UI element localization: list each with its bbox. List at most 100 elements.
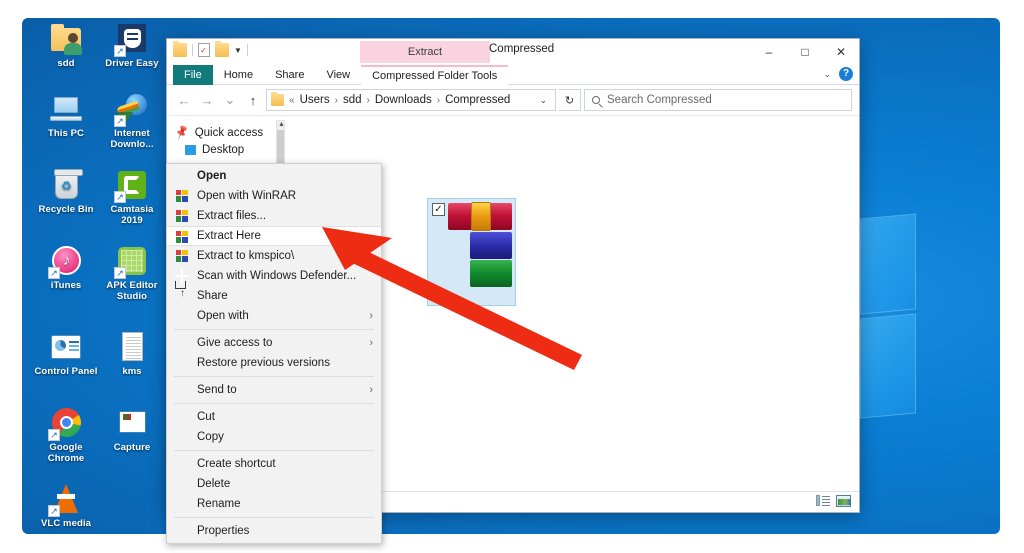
menu-item-extract-files[interactable]: Extract files... — [167, 206, 381, 226]
menu-item-restore-previous-versions[interactable]: Restore previous versions — [167, 353, 381, 373]
window-controls[interactable]: – □ ✕ — [751, 39, 859, 65]
breadcrumb-users[interactable]: Users — [300, 94, 330, 106]
desktop-icon-vlc-media-player[interactable]: ↗ VLC media — [34, 482, 98, 530]
winrar-icon — [175, 249, 190, 264]
contextual-tab-extract[interactable]: Extract — [360, 41, 490, 63]
menu-item-delete[interactable]: Delete — [167, 474, 381, 494]
nav-item-quick-access[interactable]: 📌 Quick access — [174, 124, 287, 141]
navigation-bar[interactable]: ← → ⌄ ↑ « Users › sdd › Downloads › Comp… — [167, 85, 859, 115]
desktop-icon-control-panel[interactable]: Control Panel — [34, 330, 98, 378]
breadcrumb-compressed[interactable]: Compressed — [445, 94, 510, 106]
tab-view[interactable]: View — [315, 65, 361, 85]
menu-item-share[interactable]: ↑ Share — [167, 281, 381, 306]
menu-item-label: Scan with Windows Defender... — [197, 270, 357, 282]
desktop-icon-internet-download-manager[interactable]: ↗ Internet Downlo... — [100, 92, 164, 150]
tab-share[interactable]: Share — [264, 65, 315, 85]
menu-separator — [174, 403, 374, 404]
desktop-icon-kms[interactable]: kms — [100, 330, 164, 378]
refresh-button[interactable]: ↻ — [559, 89, 581, 111]
menu-item-open-with[interactable]: Open with › — [167, 306, 381, 326]
forward-button[interactable]: → — [197, 89, 217, 111]
maximize-button[interactable]: □ — [787, 39, 823, 65]
nav-item-desktop[interactable]: Desktop — [175, 141, 287, 158]
address-dropdown-icon[interactable]: ⌄ — [539, 95, 551, 106]
details-view-button[interactable] — [815, 494, 830, 507]
navigation-pane-scrollbar[interactable]: ▲ — [276, 120, 285, 168]
chevron-down-icon[interactable]: ⌄ — [823, 69, 831, 80]
up-button[interactable]: ↑ — [243, 89, 263, 111]
desktop-icon-apk-editor-studio[interactable]: ↗ APK Editor Studio — [100, 244, 164, 302]
recent-locations-button[interactable]: ⌄ — [220, 89, 240, 111]
menu-item-copy[interactable]: Copy — [167, 427, 381, 447]
context-menu[interactable]: Open Open with WinRAR Extract files... E… — [166, 163, 382, 544]
file-checkbox[interactable]: ✓ — [432, 203, 445, 216]
desktop-icon-this-pc[interactable]: This PC — [34, 92, 98, 140]
menu-item-extract-to-kmspico[interactable]: Extract to kmspico\ — [167, 246, 381, 266]
explorer-folder-icon[interactable] — [173, 41, 187, 57]
scroll-up-icon[interactable]: ▲ — [278, 121, 285, 128]
desktop-icon-google-chrome[interactable]: ↗ Google Chrome — [34, 406, 98, 464]
desktop-icon-label: This PC — [47, 128, 85, 139]
menu-item-send-to[interactable]: Send to › — [167, 380, 381, 400]
new-folder-icon[interactable] — [215, 41, 229, 57]
desktop-icon-label: kms — [122, 366, 142, 377]
menu-item-label: Extract to kmspico\ — [197, 250, 295, 262]
desktop-icon-camtasia[interactable]: ↗ Camtasia 2019 — [100, 168, 164, 226]
menu-item-open[interactable]: Open — [167, 166, 381, 186]
title-bar[interactable]: ▼ Extract Compressed – □ ✕ — [167, 39, 859, 65]
desktop-icon-recycle-bin[interactable]: ♻ Recycle Bin — [34, 168, 98, 216]
breadcrumb-separator: › — [334, 94, 338, 106]
desktop-icon-itunes[interactable]: ♪ ↗ iTunes — [34, 244, 98, 292]
tab-compressed-folder-tools[interactable]: Compressed Folder Tools — [361, 65, 509, 85]
desktop-icon-label: sdd — [57, 58, 75, 69]
desktop-icon-capture[interactable]: Capture — [100, 406, 164, 454]
scrollbar-thumb[interactable] — [277, 130, 284, 164]
desktop-icon-label: APK Editor Studio — [106, 280, 158, 302]
back-button[interactable]: ← — [174, 89, 194, 111]
tab-file[interactable]: File — [173, 65, 213, 85]
menu-item-label: Send to — [197, 384, 237, 396]
shortcut-badge-icon: ↗ — [114, 45, 126, 57]
menu-item-rename[interactable]: Rename — [167, 494, 381, 514]
desktop-icon-label: Driver Easy — [105, 58, 159, 69]
file-item-archive[interactable]: ✓ — [427, 198, 516, 306]
breadcrumb-downloads[interactable]: Downloads — [375, 94, 432, 106]
tab-home[interactable]: Home — [213, 65, 264, 85]
ribbon-tabs[interactable]: File Home Share View Compressed Folder T… — [173, 65, 509, 85]
menu-item-create-shortcut[interactable]: Create shortcut — [167, 454, 381, 474]
menu-separator — [174, 376, 374, 377]
address-bar[interactable]: « Users › sdd › Downloads › Compressed ⌄ — [266, 89, 556, 111]
menu-item-scan-with-windows-defender[interactable]: Scan with Windows Defender... — [167, 266, 381, 286]
qat-divider — [246, 44, 248, 56]
menu-item-give-access-to[interactable]: Give access to › — [167, 333, 381, 353]
menu-item-open-with-winrar[interactable]: Open with WinRAR — [167, 186, 381, 206]
view-mode-buttons[interactable] — [815, 494, 851, 507]
control-panel-icon — [49, 330, 83, 364]
desktop-icon — [185, 144, 196, 155]
breadcrumb-sdd[interactable]: sdd — [343, 94, 362, 106]
capture-icon — [115, 406, 149, 440]
search-input[interactable]: Search Compressed — [584, 89, 852, 111]
ribbon-right-controls[interactable]: ⌄ ? — [823, 67, 853, 81]
large-icons-view-button[interactable] — [836, 494, 851, 507]
breadcrumb-overflow-icon[interactable]: « — [288, 95, 296, 106]
window-title: Compressed — [489, 43, 555, 55]
quick-access-toolbar[interactable]: ▼ — [173, 41, 248, 57]
ribbon-tab-strip[interactable]: File Home Share View Compressed Folder T… — [167, 65, 859, 85]
menu-item-extract-here[interactable]: Extract Here — [167, 226, 381, 246]
vlc-media-player-icon: ↗ — [48, 482, 83, 517]
submenu-arrow-icon: › — [369, 384, 373, 396]
winrar-icon — [175, 189, 190, 204]
menu-item-properties[interactable]: Properties — [167, 521, 381, 541]
desktop-icon-sdd[interactable]: sdd — [34, 22, 98, 70]
menu-item-cut[interactable]: Cut — [167, 407, 381, 427]
properties-icon[interactable] — [198, 43, 210, 57]
qat-dropdown-icon[interactable]: ▼ — [234, 46, 242, 55]
search-placeholder: Search Compressed — [607, 94, 712, 106]
minimize-button[interactable]: – — [751, 39, 787, 65]
itunes-icon: ♪ ↗ — [48, 244, 83, 279]
help-icon[interactable]: ? — [839, 67, 853, 81]
close-button[interactable]: ✕ — [823, 39, 859, 65]
desktop-icon-driver-easy[interactable]: ↗ Driver Easy — [100, 22, 164, 70]
winrar-icon — [175, 209, 190, 224]
